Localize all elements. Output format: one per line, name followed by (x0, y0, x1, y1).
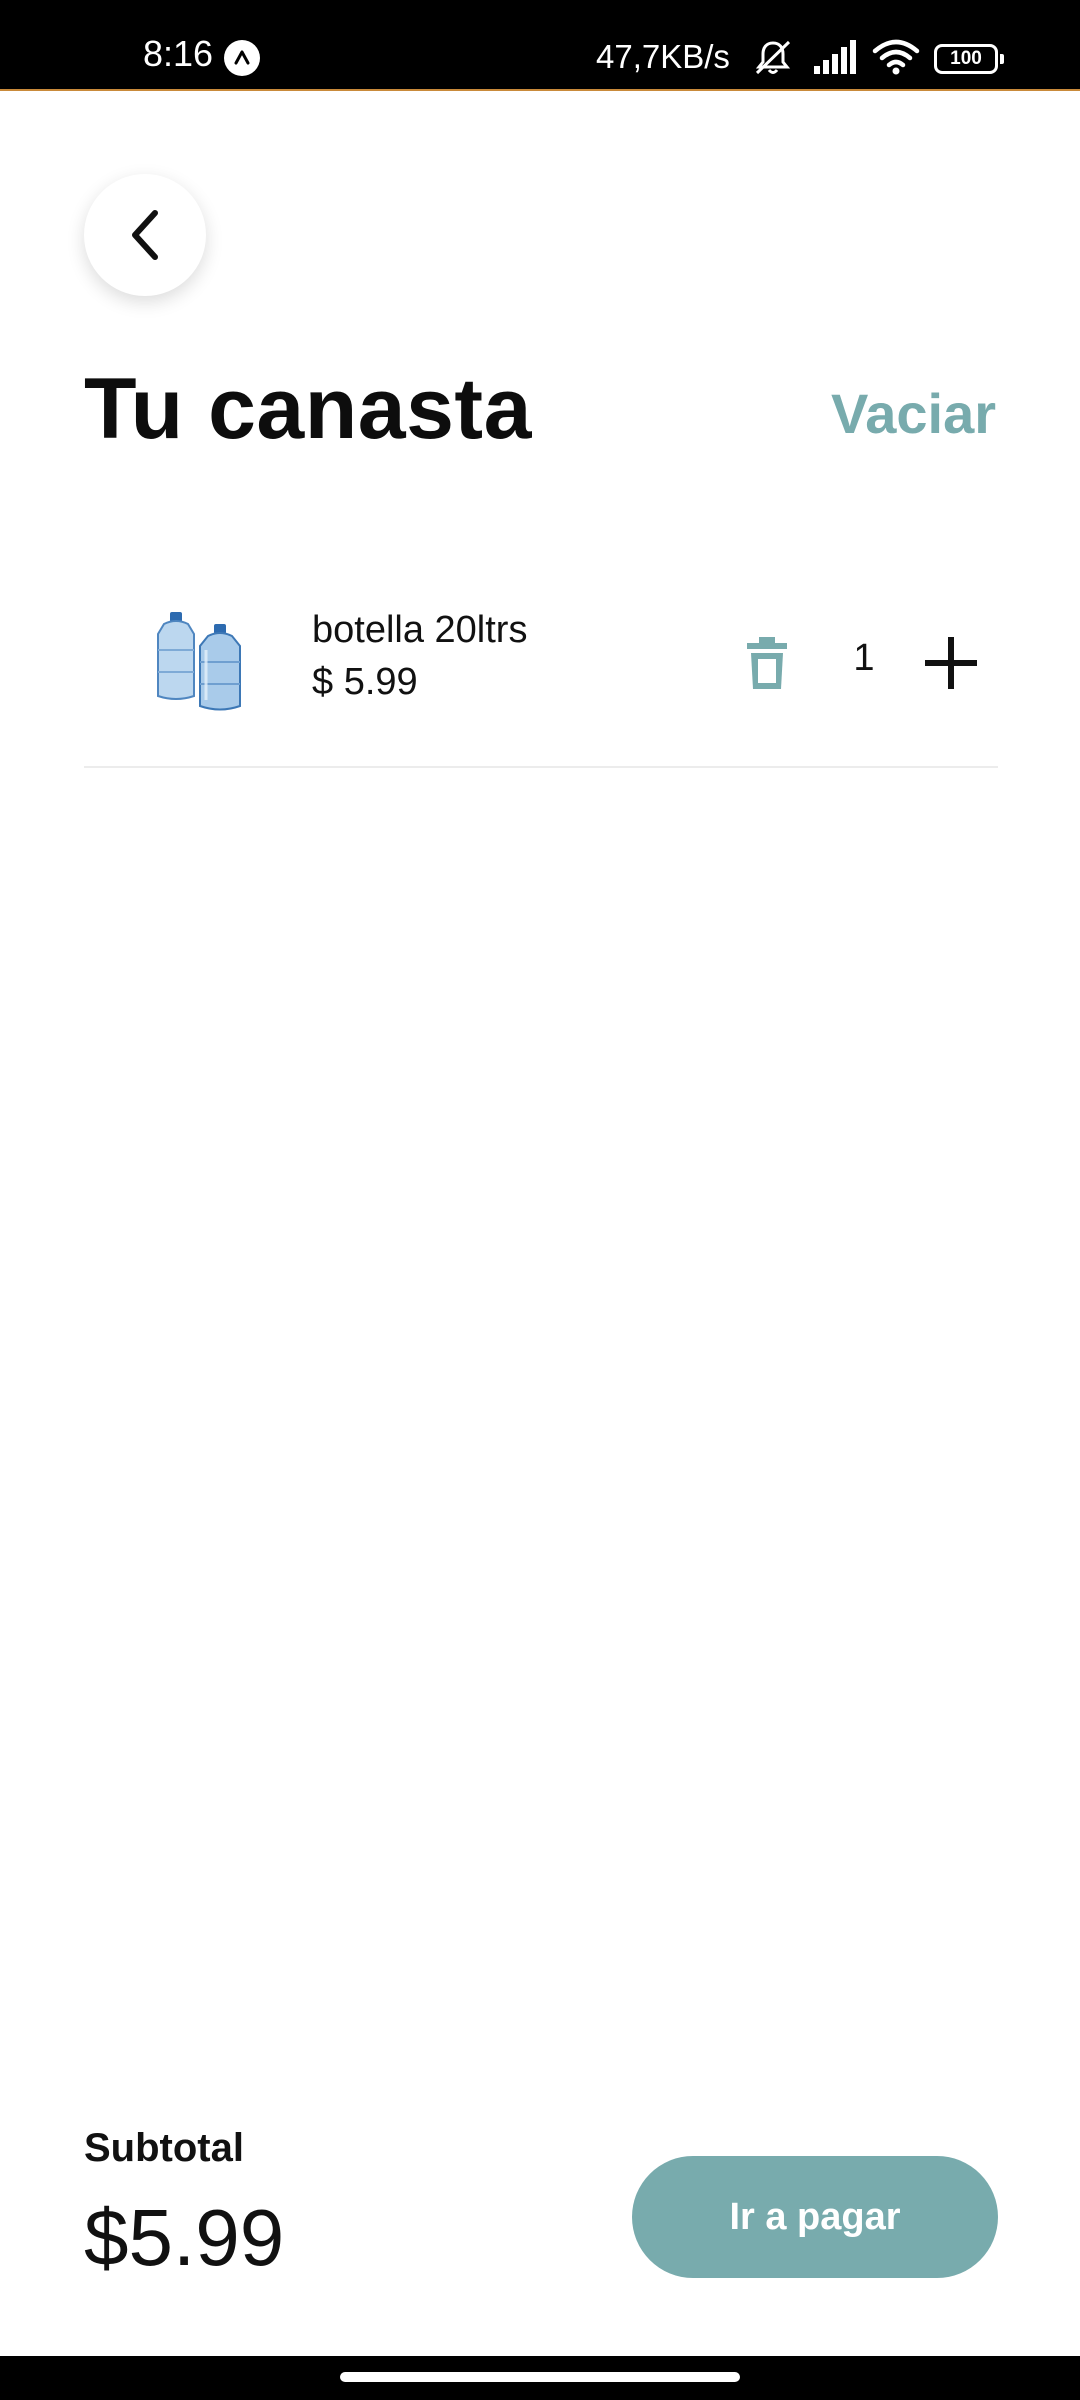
trash-icon (747, 637, 787, 689)
product-image (154, 610, 254, 714)
product-name: botella 20ltrs (312, 609, 528, 651)
status-bar: 8:16 47,7KB/s 100 (0, 0, 1080, 91)
checkout-button[interactable]: Ir a pagar (632, 2156, 998, 2278)
page-title: Tu canasta (84, 361, 532, 457)
home-indicator[interactable] (340, 2372, 740, 2382)
mute-icon (752, 38, 794, 83)
cart-item-row: botella 20ltrs $ 5.99 1 (84, 580, 998, 768)
wifi-icon (872, 38, 920, 81)
app-notification-icon (224, 40, 260, 76)
network-speed: 47,7KB/s (596, 38, 730, 75)
navigation-bar (0, 2356, 1080, 2400)
subtotal-value: $5.99 (84, 2193, 285, 2282)
chevron-left-icon (132, 210, 158, 260)
subtotal-label: Subtotal (84, 2126, 244, 2170)
cart-screen: 8:16 47,7KB/s 100 Tu canasta Vaciar bote… (0, 0, 1080, 2400)
status-time: 8:16 (143, 33, 214, 74)
quantity-value: 1 (853, 637, 875, 679)
back-button[interactable] (84, 174, 206, 296)
delete-item-button[interactable] (734, 630, 800, 696)
increase-quantity-button[interactable] (914, 626, 988, 700)
signal-icon (812, 38, 860, 81)
clear-cart-button[interactable]: Vaciar (831, 383, 996, 445)
product-price: $ 5.99 (312, 661, 418, 703)
battery-icon: 100 (934, 44, 1004, 74)
plus-icon (925, 637, 977, 689)
